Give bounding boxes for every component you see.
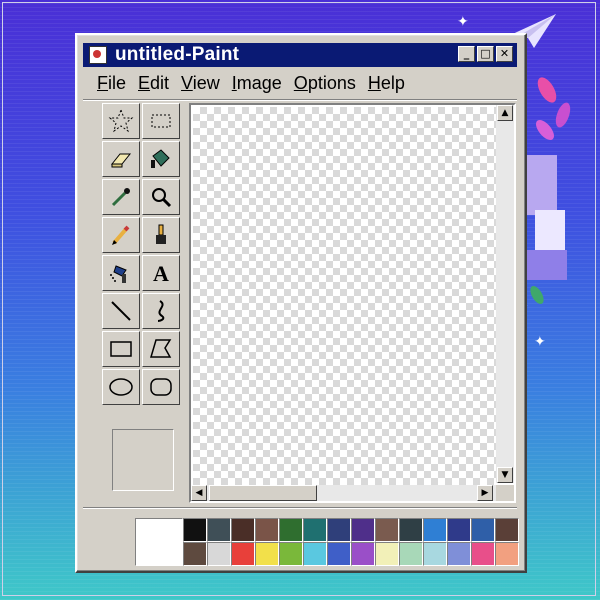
pencil-tool[interactable] xyxy=(102,217,140,253)
magnifier-icon xyxy=(152,188,172,208)
curve-tool[interactable] xyxy=(142,293,180,329)
title-bar[interactable]: untitled-Paint _ □ ✕ xyxy=(83,43,517,67)
canvas-frame: ▲ ▼ ◀ ▶ xyxy=(189,103,516,503)
color-swatch[interactable] xyxy=(255,518,279,542)
menu-image[interactable]: Image xyxy=(232,73,282,94)
polygon-tool[interactable] xyxy=(142,331,180,367)
color-swatch[interactable] xyxy=(423,518,447,542)
scroll-down-button[interactable]: ▼ xyxy=(497,467,513,483)
eraser-tool[interactable] xyxy=(102,141,140,177)
scrollbar-corner xyxy=(496,485,514,501)
toolbox: A xyxy=(102,103,184,471)
scroll-right-button[interactable]: ▶ xyxy=(477,485,493,501)
close-button[interactable]: ✕ xyxy=(496,46,513,62)
color-swatch[interactable] xyxy=(207,518,231,542)
horizontal-scroll-thumb[interactable] xyxy=(209,485,317,501)
star-select-icon xyxy=(108,108,134,133)
menu-edit[interactable]: Edit xyxy=(138,73,169,94)
menu-file[interactable]: File xyxy=(97,73,126,94)
menu-separator xyxy=(83,99,517,101)
sparkle-icon: ✦ xyxy=(534,333,546,349)
line-tool[interactable] xyxy=(102,293,140,329)
window-title: untitled-Paint xyxy=(115,44,240,65)
paint-app-icon[interactable] xyxy=(89,46,107,64)
drawing-canvas[interactable] xyxy=(193,107,496,485)
text-icon: A xyxy=(153,261,169,286)
eraser-icon xyxy=(110,153,132,168)
color-palette xyxy=(183,518,519,566)
color-swatch[interactable] xyxy=(279,518,303,542)
airbrush-icon xyxy=(110,265,127,283)
scroll-left-button[interactable]: ◀ xyxy=(191,485,207,501)
color-swatch[interactable] xyxy=(471,542,495,566)
rectangle-tool[interactable] xyxy=(102,331,140,367)
ellipse-tool[interactable] xyxy=(102,369,140,405)
palette-separator xyxy=(83,507,517,509)
menu-help[interactable]: Help xyxy=(368,73,405,94)
current-colors[interactable] xyxy=(135,518,183,566)
pencil-icon xyxy=(112,225,130,245)
color-swatch[interactable] xyxy=(183,542,207,566)
svg-text:A: A xyxy=(153,261,169,286)
minimize-button[interactable]: _ xyxy=(458,46,475,62)
ellipse-icon xyxy=(109,378,133,396)
polygon-icon xyxy=(149,339,172,358)
color-swatch[interactable] xyxy=(207,542,231,566)
curve-icon xyxy=(157,300,165,322)
color-swatch[interactable] xyxy=(327,518,351,542)
line-icon xyxy=(111,301,131,321)
color-swatch[interactable] xyxy=(471,518,495,542)
rectangle-icon xyxy=(110,341,132,357)
color-swatch[interactable] xyxy=(327,542,351,566)
color-swatch[interactable] xyxy=(495,518,519,542)
tool-options-box[interactable] xyxy=(112,429,174,491)
color-picker-tool[interactable] xyxy=(102,179,140,215)
magnifier-tool[interactable] xyxy=(142,179,180,215)
brush-icon xyxy=(156,224,166,244)
menu-bar: File Edit View Image Options Help xyxy=(97,73,417,94)
color-swatch[interactable] xyxy=(399,542,423,566)
text-tool[interactable]: A xyxy=(142,255,180,291)
vertical-scrollbar[interactable]: ▲ ▼ xyxy=(496,105,514,483)
rect-select-tool[interactable] xyxy=(142,103,180,139)
color-swatch[interactable] xyxy=(279,542,303,566)
color-swatch[interactable] xyxy=(351,518,375,542)
color-swatch[interactable] xyxy=(399,518,423,542)
color-swatch[interactable] xyxy=(231,518,255,542)
color-swatch[interactable] xyxy=(447,518,471,542)
color-swatch[interactable] xyxy=(423,542,447,566)
rect-select-icon xyxy=(151,114,171,128)
color-swatch[interactable] xyxy=(255,542,279,566)
sparkle-icon: ✦ xyxy=(457,13,469,29)
plant-illustration xyxy=(527,77,571,305)
airbrush-tool[interactable] xyxy=(102,255,140,291)
color-swatch[interactable] xyxy=(183,518,207,542)
color-swatch[interactable] xyxy=(447,542,471,566)
rounded-rect-icon xyxy=(150,378,172,396)
eyedropper-icon xyxy=(111,188,130,207)
color-swatch[interactable] xyxy=(351,542,375,566)
maximize-button[interactable]: □ xyxy=(477,46,494,62)
color-swatch[interactable] xyxy=(375,542,399,566)
free-form-select-tool[interactable] xyxy=(102,103,140,139)
color-swatch[interactable] xyxy=(303,518,327,542)
menu-view[interactable]: View xyxy=(181,73,220,94)
paint-bucket-icon xyxy=(151,149,170,168)
fill-tool[interactable] xyxy=(142,141,180,177)
color-swatch[interactable] xyxy=(375,518,399,542)
color-swatch[interactable] xyxy=(303,542,327,566)
menu-options[interactable]: Options xyxy=(294,73,356,94)
color-swatch[interactable] xyxy=(495,542,519,566)
brush-tool[interactable] xyxy=(142,217,180,253)
horizontal-scrollbar[interactable]: ◀ ▶ xyxy=(191,485,496,501)
rounded-rect-tool[interactable] xyxy=(142,369,180,405)
scroll-up-button[interactable]: ▲ xyxy=(497,105,513,121)
paint-window: untitled-Paint _ □ ✕ File Edit View Imag… xyxy=(75,33,527,573)
color-swatch[interactable] xyxy=(231,542,255,566)
